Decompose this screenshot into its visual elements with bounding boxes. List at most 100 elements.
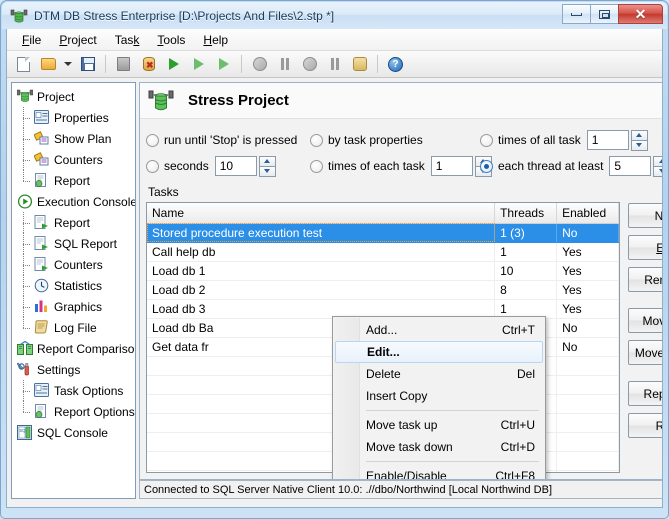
run-selected-icon[interactable] [212,53,235,75]
radio-times-of-each-task[interactable] [310,160,323,173]
report-button[interactable]: Report... [628,381,663,406]
sidebar-item-settings[interactable]: Settings [12,359,135,380]
radio-seconds[interactable] [146,160,159,173]
move-down-button[interactable]: Move Down [628,340,663,365]
stop-icon[interactable] [248,53,271,75]
open-icon[interactable] [37,53,60,75]
counters-run-icon [34,257,50,273]
table-row[interactable]: Call help db1Yes [147,242,619,261]
sidebar-item-sql-console[interactable]: SQLSQL Console [12,422,135,443]
option-each-thread-at-least[interactable]: each thread at least times [480,156,663,177]
open-dropdown-icon[interactable] [62,53,74,75]
toolbar-separator [241,55,242,73]
table-row[interactable]: Stored procedure execution test1 (3)No [147,223,619,242]
spinner-buttons[interactable] [631,130,648,151]
spinner-buttons[interactable] [653,156,663,177]
sidebar-item-report[interactable]: Report [12,212,135,233]
option-times-of-all-task[interactable]: times of all task [480,130,654,151]
ctx-move-up[interactable]: Move task upCtrl+U [333,414,545,436]
stop-task-icon[interactable] [112,53,135,75]
table-row[interactable]: Load db 28Yes [147,280,619,299]
spinner-up-button[interactable] [631,130,648,141]
new-button[interactable]: New [628,203,663,228]
run-step-icon[interactable] [187,53,210,75]
spinner-seconds[interactable] [215,156,276,177]
menu-item-shortcut: Ctrl+F8 [495,469,535,480]
save-icon[interactable] [76,53,99,75]
menu-project[interactable]: Project [50,30,105,50]
sidebar-item-show-plan[interactable]: Show Plan [12,128,135,149]
task-context-menu[interactable]: Add...Ctrl+TEdit...DeleteDelInsert Copy M… [332,316,546,480]
move-up-button[interactable]: Move Up [628,308,663,333]
option-seconds[interactable]: seconds [146,156,296,177]
spinner-up-button[interactable] [259,156,276,167]
maximize-button[interactable] [590,4,619,24]
minimize-button[interactable] [562,4,591,24]
stop-all-icon[interactable] [298,53,321,75]
spinner-buttons[interactable] [259,156,276,177]
ctx-move-down[interactable]: Move task downCtrl+D [333,436,545,458]
menu-help[interactable]: Help [194,30,237,50]
sidebar-item-report-comparison[interactable]: Report Comparison [12,338,135,359]
column-header-enabled[interactable]: Enabled [557,203,619,223]
help-icon[interactable]: ? [384,53,407,75]
run-icon[interactable] [162,53,185,75]
radio-each-thread-at-least[interactable] [480,160,493,173]
menu-item-shortcut: Ctrl+D [501,440,535,454]
project-header: Stress Project [140,83,663,119]
sidebar-item-counters[interactable]: Counters [12,149,135,170]
sidebar-item-sql-report[interactable]: SQL Report [12,233,135,254]
new-icon[interactable] [12,53,35,75]
radio-run-until-stop[interactable] [146,134,159,147]
pause-all-icon[interactable] [323,53,346,75]
run-button[interactable]: Run [628,413,663,438]
delete-task-icon[interactable]: ✖ [137,53,160,75]
sidebar-item-report[interactable]: Report [12,170,135,191]
ctx-delete[interactable]: DeleteDel [333,363,545,385]
sidebar-item-graphics[interactable]: Graphics [12,296,135,317]
ctx-enable-disable[interactable]: Enable/DisableCtrl+F8 [333,465,545,480]
menu-item-label: Delete [366,367,401,381]
sidebar-item-statistics[interactable]: Statistics [12,275,135,296]
script-icon[interactable] [348,53,371,75]
sidebar-item-report-options[interactable]: Report Options [12,401,135,422]
spinner-down-button[interactable] [653,167,663,177]
menu-file[interactable]: File [13,30,50,50]
pause-icon[interactable] [273,53,296,75]
ctx-add[interactable]: Add...Ctrl+T [333,319,545,341]
radio-by-task-properties[interactable] [310,134,323,147]
spinner-each-thread-at-least[interactable] [609,156,663,177]
spinner-down-button[interactable] [259,167,276,177]
seconds-input[interactable] [215,156,257,176]
button-label: Move Up [643,314,663,328]
sidebar-item-project[interactable]: Project [12,86,135,107]
edit-button[interactable]: Edit [628,235,663,260]
spinner-up-button[interactable] [653,156,663,167]
title-bar[interactable]: DTM DB Stress Enterprise [D:\Projects An… [2,2,667,29]
navigation-tree[interactable]: ProjectPropertiesShow PlanCountersReport… [11,82,136,499]
table-row[interactable]: Load db 110Yes [147,261,619,280]
sidebar-item-task-options[interactable]: Task Options [12,380,135,401]
each-thread-at-least-input[interactable] [609,156,651,176]
sidebar-item-counters[interactable]: Counters [12,254,135,275]
times-of-all-task-input[interactable] [587,130,629,150]
column-header-threads[interactable]: Threads [495,203,557,223]
times-of-each-task-input[interactable] [431,156,473,176]
sidebar-item-properties[interactable]: Properties [12,107,135,128]
project-dumbbell-icon [17,89,33,105]
radio-times-of-all-task[interactable] [480,134,493,147]
column-header-name[interactable]: Name [147,203,495,223]
sidebar-item-log-file[interactable]: Log File [12,317,135,338]
spinner-times-of-all-task[interactable] [587,130,648,151]
option-run-until-stop[interactable]: run until 'Stop' is pressed [146,133,296,147]
sidebar-item-execution-console[interactable]: Execution Console [12,191,135,212]
close-button[interactable]: ✕ [618,4,663,24]
spinner-down-button[interactable] [631,141,648,151]
menu-task[interactable]: Task [106,30,149,50]
remove-button[interactable]: Remove [628,267,663,292]
ctx-edit[interactable]: Edit... [335,341,543,363]
option-times-of-each-task[interactable]: times of each task [310,156,480,177]
ctx-insert-copy[interactable]: Insert Copy [333,385,545,407]
option-by-task-properties[interactable]: by task properties [310,133,480,147]
menu-tools[interactable]: Tools [148,30,194,50]
